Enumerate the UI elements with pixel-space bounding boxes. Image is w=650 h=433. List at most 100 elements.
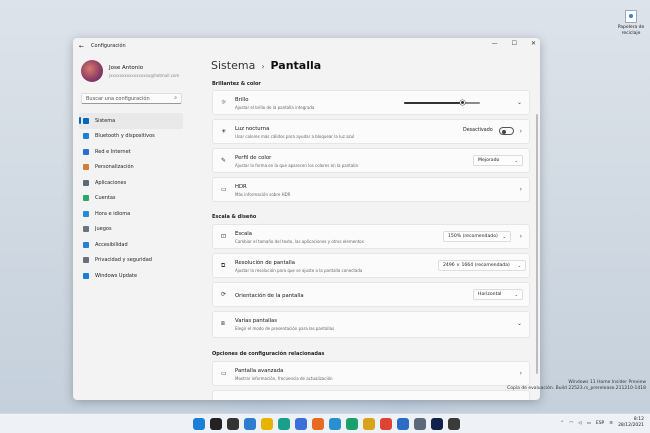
resolution-value: 2496 × 1664 (recomendada)	[443, 263, 510, 268]
orientation-card[interactable]: ⟳ Orientación de la pantalla Horizontal ⌄	[212, 282, 530, 307]
advanced-display-card[interactable]: ▭ Pantalla avanzada Mostrar información,…	[212, 361, 530, 386]
app-icon[interactable]	[397, 418, 409, 430]
edge-beta-icon[interactable]	[329, 418, 341, 430]
battery-icon[interactable]: ▭	[587, 421, 591, 426]
brightness-slider-fill	[404, 102, 463, 104]
resolution-card[interactable]: ⧉ Resolución de pantalla Ajustar la reso…	[212, 253, 530, 278]
chevron-right-icon[interactable]: ›	[520, 186, 522, 193]
start-icon[interactable]	[193, 418, 205, 430]
window-title: Configuración	[91, 43, 126, 49]
scale-value: 150% (recomendado)	[448, 234, 498, 239]
multiple-displays-card[interactable]: ⧈ Varias pantallas Elegir el modo de pre…	[212, 311, 530, 338]
chevron-down-icon: ⌄	[514, 158, 518, 163]
user-profile[interactable]: Jose Antonio jxxxxxxxxxxxxxxxxx@hotmail.…	[81, 60, 179, 82]
firefox-icon[interactable]	[312, 418, 324, 430]
advanced-display-title: Pantalla avanzada	[235, 368, 284, 374]
sidebar-item[interactable]: Aplicaciones	[79, 175, 183, 191]
wifi-signal-icon[interactable]: ≋	[609, 421, 613, 426]
taskview-icon[interactable]	[227, 418, 239, 430]
edge-icon[interactable]	[278, 418, 290, 430]
search-input[interactable]: Buscar una configuración ⌕	[81, 93, 182, 104]
sidebar-item[interactable]: Personalización	[79, 160, 183, 176]
account-icon	[83, 195, 89, 202]
hdr-title: HDR	[235, 184, 247, 190]
toggle-knob	[502, 129, 506, 134]
resolution-dropdown[interactable]: 2496 × 1664 (recomendada) ⌄	[438, 260, 526, 271]
accessibility-icon	[83, 241, 89, 248]
scrollbar[interactable]	[536, 114, 538, 374]
explorer-icon[interactable]	[261, 418, 273, 430]
sidebar-item[interactable]: Windows Update	[79, 268, 183, 284]
chevron-down-icon[interactable]: ⌄	[517, 99, 522, 106]
settings-taskbar-icon[interactable]	[414, 418, 426, 430]
chevron-right-icon[interactable]: ›	[520, 370, 522, 377]
sidebar-item[interactable]: Bluetooth y dispositivos	[79, 129, 183, 145]
sidebar-item[interactable]: Juegos	[79, 222, 183, 238]
taskbar: ⌃ ◠ ◁ ▭ ESP ≋ 8:12 28/12/2021	[0, 413, 650, 433]
night-light-state: Desactivado	[463, 128, 493, 133]
sidebar-item-label: Aplicaciones	[95, 179, 127, 186]
watermark-line-2: Copia de evaluación. Build 22523.rs_prer…	[507, 386, 646, 391]
title-bar: ← Configuración — ☐ ✕	[73, 38, 540, 54]
chevron-right-icon[interactable]: ›	[520, 233, 522, 240]
chevron-down-icon[interactable]: ⌄	[517, 320, 522, 327]
color-profile-card[interactable]: ✎ Perfil de color Ajustar la forma en la…	[212, 148, 530, 173]
brightness-slider-thumb[interactable]	[460, 100, 466, 105]
breadcrumb-parent[interactable]: Sistema	[211, 59, 255, 72]
night-light-toggle[interactable]	[499, 127, 514, 135]
taskbar-apps	[193, 418, 460, 430]
minimize-button[interactable]: —	[492, 40, 498, 47]
close-button[interactable]: ✕	[531, 40, 536, 47]
sidebar-item[interactable]: Sistema	[79, 113, 183, 129]
system-tray: ⌃ ◠ ◁ ▭ ESP ≋ 8:12 28/12/2021	[560, 417, 644, 429]
sidebar-item[interactable]: Cuentas	[79, 191, 183, 207]
edge-dev-icon[interactable]	[346, 418, 358, 430]
scale-dropdown[interactable]: 150% (recomendado) ⌄	[443, 231, 511, 242]
settings-window: ← Configuración — ☐ ✕ Jose Antonio jxxxx…	[73, 38, 540, 400]
maximize-button[interactable]: ☐	[512, 40, 517, 47]
chevron-up-icon[interactable]: ⌃	[560, 421, 564, 426]
sun-icon: ☼	[221, 99, 227, 106]
widgets-icon[interactable]	[244, 418, 256, 430]
photoshop-icon[interactable]	[431, 418, 443, 430]
orientation-value: Horizontal	[478, 292, 502, 297]
sidebar-item[interactable]: Hora e idioma	[79, 206, 183, 222]
sidebar-item[interactable]: Accesibilidad	[79, 237, 183, 253]
clock[interactable]: 8:12 28/12/2021	[618, 417, 644, 429]
speaker-icon[interactable]: ◁	[578, 421, 581, 426]
hdr-card[interactable]: ▭ HDR Más información sobre HDR ›	[212, 177, 530, 202]
night-light-subtitle: Usar colores más cálidos para ayudar a b…	[235, 134, 355, 139]
sidebar-item[interactable]: Privacidad y seguridad	[79, 253, 183, 269]
terminal-icon[interactable]	[448, 418, 460, 430]
sidebar-item[interactable]: Red e Internet	[79, 144, 183, 160]
sidebar-item-label: Juegos	[95, 226, 112, 233]
color-profile-subtitle: Ajustar la forma en la que aparecen los …	[235, 163, 358, 168]
desktop-icon-recycle-bin[interactable]: Papelera de reciclaje	[616, 10, 646, 36]
brightness-slider[interactable]	[404, 100, 480, 105]
back-arrow-icon[interactable]: ←	[79, 43, 84, 50]
brush-icon	[83, 164, 89, 171]
multiple-displays-icon: ⧈	[221, 320, 225, 327]
sidebar-item-label: Privacidad y seguridad	[95, 257, 152, 264]
user-email: jxxxxxxxxxxxxxxxxx@hotmail.com	[109, 72, 180, 78]
color-profile-dropdown[interactable]: Mejorado ⌄	[473, 155, 523, 166]
sidebar-item-label: Red e Internet	[95, 148, 131, 155]
night-light-card[interactable]: ☀ Luz nocturna Usar colores más cálidos …	[212, 119, 530, 144]
store-icon[interactable]	[295, 418, 307, 430]
update-icon	[83, 272, 89, 279]
chrome-icon[interactable]	[380, 418, 392, 430]
watermark: Windows 11 Home Insider Preview Copia de…	[507, 380, 646, 392]
night-light-title: Luz nocturna	[235, 126, 270, 132]
next-setting-card[interactable]	[212, 390, 530, 400]
edge-canary-icon[interactable]	[363, 418, 375, 430]
brightness-title: Brillo	[235, 97, 249, 103]
wifi-icon[interactable]: ◠	[569, 421, 573, 426]
chevron-right-icon[interactable]: ›	[520, 128, 522, 135]
search-taskbar-icon[interactable]	[210, 418, 222, 430]
search-placeholder: Buscar una configuración	[86, 96, 150, 102]
monitor-icon: ▭	[221, 370, 227, 377]
scale-card[interactable]: ⊡ Escala Cambiar el tamaño del texto, la…	[212, 224, 530, 249]
brightness-card[interactable]: ☼ Brillo Ajustar el brillo de la pantall…	[212, 90, 530, 115]
language-indicator[interactable]: ESP	[596, 421, 604, 426]
orientation-dropdown[interactable]: Horizontal ⌄	[473, 289, 523, 300]
